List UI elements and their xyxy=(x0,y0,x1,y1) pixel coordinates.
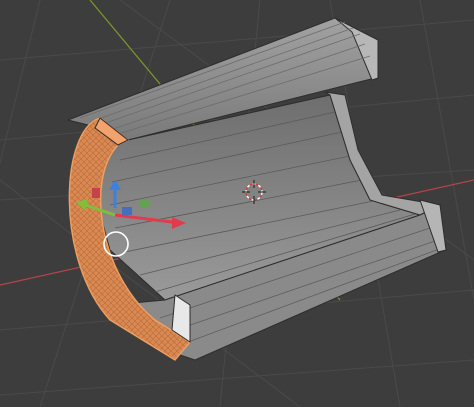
3d-viewport[interactable] xyxy=(0,0,474,407)
mesh-object[interactable] xyxy=(66,17,447,361)
